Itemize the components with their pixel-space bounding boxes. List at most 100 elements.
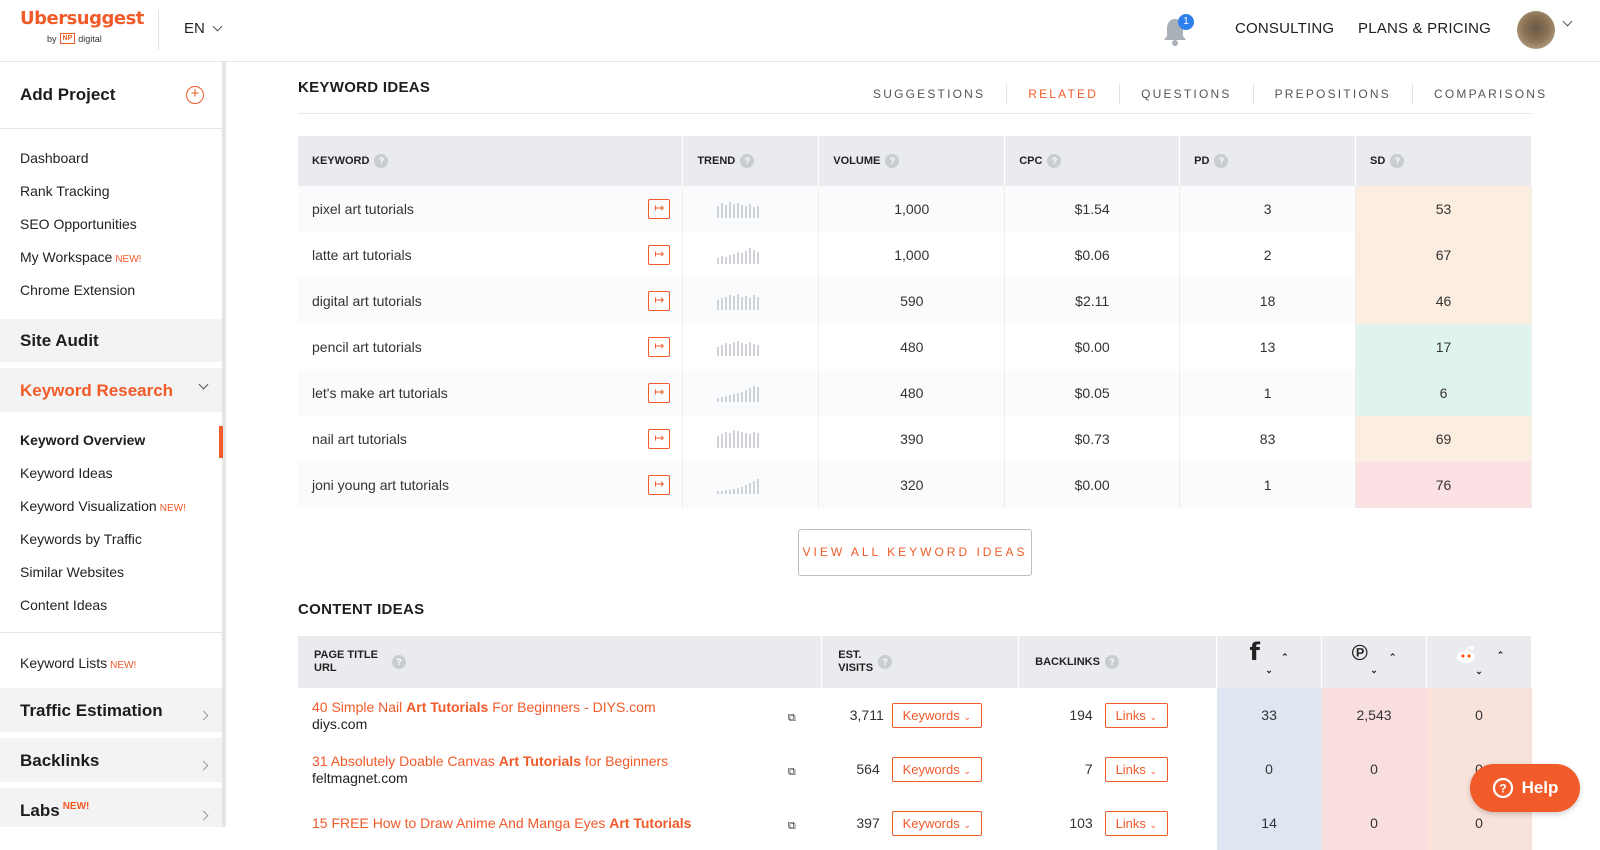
column-facebook-shares[interactable]: f ⌃ ⌄ bbox=[1216, 636, 1323, 688]
sidebar-item-chrome-extension[interactable]: Chrome Extension bbox=[20, 282, 135, 298]
avatar[interactable] bbox=[1517, 11, 1555, 49]
column-backlinks[interactable]: BACKLINKS? bbox=[1018, 636, 1218, 688]
help-icon[interactable]: ? bbox=[740, 154, 755, 168]
keyword-text[interactable]: latte art tutorials bbox=[312, 247, 412, 263]
sidebar-item-seo-opportunities[interactable]: SEO Opportunities bbox=[20, 216, 137, 232]
pd-cell: 18 bbox=[1179, 278, 1357, 324]
tab-related[interactable]: RELATED bbox=[1007, 84, 1121, 104]
column-reddit-shares[interactable]: ⌃ ⌄ bbox=[1426, 636, 1532, 688]
keyword-text[interactable]: pencil art tutorials bbox=[312, 339, 422, 355]
help-icon[interactable]: ? bbox=[885, 154, 900, 168]
links-dropdown-button[interactable]: Links ⌄ bbox=[1104, 756, 1169, 782]
help-icon[interactable]: ? bbox=[1104, 655, 1119, 669]
open-keyword-icon[interactable]: ↦ bbox=[648, 337, 671, 357]
tab-prepositions[interactable]: PREPOSITIONS bbox=[1254, 84, 1413, 104]
trend-bar bbox=[737, 393, 740, 402]
tab-questions[interactable]: QUESTIONS bbox=[1120, 84, 1254, 104]
tab-suggestions[interactable]: SUGGESTIONS bbox=[852, 84, 1008, 104]
title-text: For Beginners - DIYS.com bbox=[488, 698, 656, 715]
trend-sparkline bbox=[717, 338, 818, 356]
open-keyword-icon[interactable]: ↦ bbox=[648, 383, 671, 403]
sort-icon[interactable]: ⌃ ⌄ bbox=[1370, 652, 1396, 675]
links-dropdown-button[interactable]: Links ⌄ bbox=[1104, 702, 1169, 728]
keyword-text[interactable]: digital art tutorials bbox=[312, 293, 422, 309]
links-dropdown-button[interactable]: Links ⌄ bbox=[1104, 810, 1169, 836]
sidebar-item-keyword-overview[interactable]: Keyword Overview bbox=[20, 432, 145, 448]
external-link-icon[interactable]: ⧉ bbox=[788, 712, 796, 725]
sidebar-item-similar-websites[interactable]: Similar Websites bbox=[20, 564, 124, 580]
open-keyword-icon[interactable]: ↦ bbox=[648, 291, 671, 311]
help-icon[interactable]: ? bbox=[391, 655, 406, 669]
page-title-link[interactable]: 15 FREE How to Draw Anime And Manga Eyes… bbox=[312, 815, 822, 831]
help-button[interactable]: ? Help bbox=[1470, 764, 1580, 812]
visits-value: 3,711 bbox=[849, 706, 884, 723]
keywords-dropdown-button[interactable]: Keywords ⌄ bbox=[891, 810, 982, 836]
keywords-dropdown-button[interactable]: Keywords ⌄ bbox=[891, 702, 982, 728]
sidebar-item-rank-tracking[interactable]: Rank Tracking bbox=[20, 183, 109, 199]
account-chevron-down-icon[interactable] bbox=[1562, 16, 1573, 27]
chevron-down-icon: ⌄ bbox=[963, 765, 971, 776]
sidebar-item-backlinks[interactable]: Backlinks bbox=[20, 751, 99, 771]
sidebar-item-content-ideas[interactable]: Content Ideas bbox=[20, 597, 107, 613]
logo-sub: by NP digital bbox=[20, 33, 140, 44]
help-icon[interactable]: ? bbox=[1390, 154, 1405, 168]
sidebar-item-keywords-by-traffic[interactable]: Keywords by Traffic bbox=[20, 531, 142, 547]
help-icon: ? bbox=[1492, 777, 1513, 799]
help-icon[interactable]: ? bbox=[1047, 154, 1062, 168]
help-icon[interactable]: ? bbox=[1214, 154, 1229, 168]
column-pd[interactable]: PD? bbox=[1179, 136, 1357, 186]
volume-cell: 590 bbox=[818, 278, 1006, 324]
view-all-keyword-ideas-button[interactable]: VIEW ALL KEYWORD IDEAS bbox=[798, 529, 1032, 576]
trend-bar bbox=[729, 490, 732, 494]
help-icon[interactable]: ? bbox=[878, 655, 893, 669]
help-icon[interactable]: ? bbox=[374, 154, 389, 168]
open-keyword-icon[interactable]: ↦ bbox=[648, 475, 671, 495]
plans-pricing-link[interactable]: PLANS & PRICING bbox=[1358, 20, 1491, 37]
open-keyword-icon[interactable]: ↦ bbox=[648, 245, 671, 265]
page-title-link[interactable]: 31 Absolutely Doable Canvas Art Tutorial… bbox=[312, 753, 822, 769]
column-trend[interactable]: TREND? bbox=[682, 136, 820, 186]
consulting-link[interactable]: CONSULTING bbox=[1235, 20, 1334, 37]
column-cpc[interactable]: CPC? bbox=[1004, 136, 1181, 186]
add-project-plus-icon[interactable]: + bbox=[186, 86, 204, 104]
sidebar-item-dashboard[interactable]: Dashboard bbox=[20, 150, 89, 166]
sidebar-item-site-audit[interactable]: Site Audit bbox=[20, 331, 99, 351]
pinterest-shares-cell: 0 bbox=[1321, 742, 1427, 796]
column-label: CPC bbox=[1019, 154, 1043, 167]
keyword-text[interactable]: pixel art tutorials bbox=[312, 201, 414, 217]
keyword-text[interactable]: nail art tutorials bbox=[312, 431, 407, 447]
keywords-dropdown-button[interactable]: Keywords ⌄ bbox=[891, 756, 982, 782]
keyword-text[interactable]: let's make art tutorials bbox=[312, 385, 448, 401]
trend-bar bbox=[741, 253, 744, 264]
table-header-row: KEYWORD? TREND? VOLUME? CPC? PD? SD? bbox=[298, 136, 1532, 186]
sort-icon[interactable]: ⌃ ⌄ bbox=[1475, 650, 1504, 677]
keyword-text[interactable]: joni young art tutorials bbox=[312, 477, 449, 493]
page-title-link[interactable]: 40 Simple Nail Art Tutorials For Beginne… bbox=[312, 699, 822, 715]
open-keyword-icon[interactable]: ↦ bbox=[648, 429, 671, 449]
notifications-button[interactable]: 1 bbox=[1162, 14, 1194, 46]
column-sd[interactable]: SD? bbox=[1355, 136, 1532, 186]
language-selector[interactable]: EN bbox=[184, 20, 223, 37]
external-link-icon[interactable]: ⧉ bbox=[788, 766, 796, 779]
add-project-label[interactable]: Add Project bbox=[20, 85, 115, 105]
column-page-title-url[interactable]: PAGE TITLE URL? bbox=[298, 636, 823, 688]
sidebar-item-labs[interactable]: Labs NEW! bbox=[20, 801, 89, 821]
sidebar-item-keyword-ideas[interactable]: Keyword Ideas bbox=[20, 465, 113, 481]
open-keyword-icon[interactable]: ↦ bbox=[648, 199, 671, 219]
trend-bar bbox=[749, 388, 752, 402]
ubersuggest-logo[interactable]: Ubersuggest by NP digital bbox=[20, 8, 144, 44]
sidebar-item-keyword-research[interactable]: Keyword Research bbox=[20, 381, 173, 401]
sidebar-item-my-workspace[interactable]: My Workspace NEW! bbox=[20, 249, 141, 265]
sidebar-item-keyword-lists[interactable]: Keyword Lists NEW! bbox=[20, 655, 136, 671]
column-volume[interactable]: VOLUME? bbox=[818, 136, 1006, 186]
sort-icon[interactable]: ⌃ ⌄ bbox=[1265, 652, 1288, 675]
keyword-cell: latte art tutorials ↦ bbox=[298, 232, 684, 278]
trend-bar bbox=[753, 432, 756, 448]
sidebar-item-keyword-visualization[interactable]: Keyword Visualization NEW! bbox=[20, 498, 186, 514]
sidebar-item-traffic-estimation[interactable]: Traffic Estimation bbox=[20, 701, 163, 721]
title-highlight: Art Tutorials bbox=[609, 814, 692, 831]
column-pinterest-shares[interactable]: ℗ ⌃ ⌄ bbox=[1321, 636, 1427, 688]
column-keyword[interactable]: KEYWORD? bbox=[298, 136, 684, 186]
column-est-visits[interactable]: EST. VISITS? bbox=[821, 636, 1020, 688]
tab-comparisons[interactable]: COMPARISONS bbox=[1413, 84, 1568, 104]
